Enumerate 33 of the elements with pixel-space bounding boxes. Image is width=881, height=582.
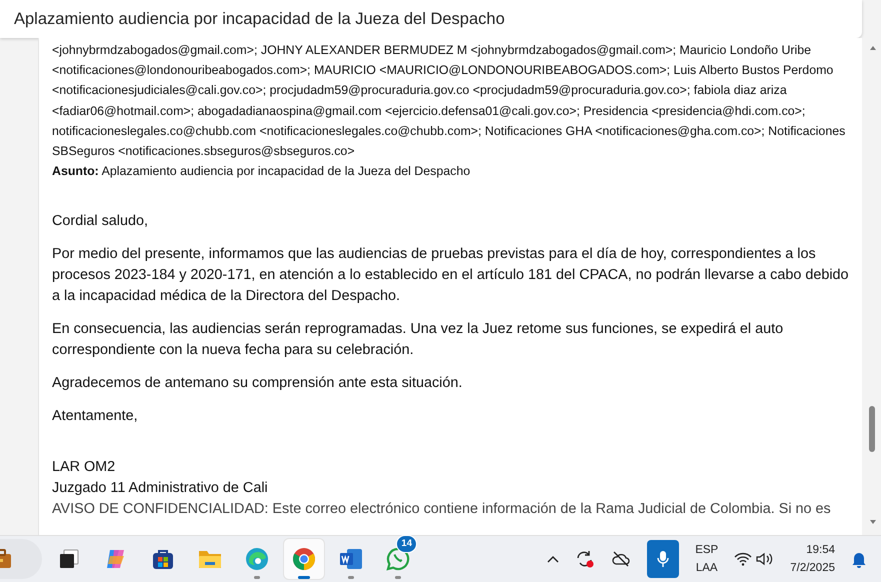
recipients-text: <johnybrmdzabogados@gmail.com>; JOHNY ALEXANDER BERMUDEZ M <johnybrmdzabogados@gmail.com>; Mauricio Londoño Uribe <notificaciones@londonouribeabogados.com>; MAURICIO <MAURICIO@LONDONOURIBEABOGADOS.com>; Luis Alberto Bustos Perdomo <notificacionesjudiciales@cali.gov.co>; procjudadm59@procuraduria.gov.co <procjudadm59@procuraduria.gov.co>; fabiola diaz ariza <fadiar06@hotmail.com>; abogadadianaospina@gmail.com <ejercicio.defensa01@cali.gov.co>; Presidencia <presidencia@hdi.com.co>; notificacioneslegales.co@chubb.com <notificacioneslegales.co@chubb.com>; Notificaciones GHA <notificaciones@gha.com.co>; Notificaciones SBSeguros <notificaciones.sbseguros@sbseguros.co> — [52, 42, 846, 160]
word-icon — [339, 548, 363, 570]
clock-time: 19:54 — [806, 543, 835, 558]
task-view-icon — [58, 548, 80, 570]
cloud-off-icon[interactable] — [611, 551, 632, 567]
closing-text: Atentamente, — [52, 407, 139, 426]
signature-line: LAR OM2 — [52, 458, 116, 478]
chat-icon — [386, 547, 410, 571]
bell-icon[interactable] — [851, 550, 867, 568]
disclaimer-text: AVISO DE CONFIDENCIALIDAD: Este correo electrónico contiene información de la Rama Judicial de Colombia. Si no es — [52, 500, 832, 520]
language-code: LAA — [696, 561, 718, 576]
sync-icon[interactable] — [575, 549, 596, 569]
subject-line: Asunto: Aplazamiento audiencia por incapacidad de la Jueza del Despacho — [52, 163, 472, 180]
volume-icon[interactable] — [756, 552, 774, 566]
microphone-icon — [657, 550, 670, 568]
body-paragraph: Agradecemos de antemano su comprensión ante esta situación. — [52, 374, 464, 394]
store-icon — [152, 548, 174, 570]
window-title: Aplazamiento audiencia por incapacidad de la Jueza del Despacho — [14, 8, 505, 30]
chevron-up-icon[interactable] — [547, 555, 560, 563]
notification-badge: 14 — [396, 535, 417, 554]
folder-icon — [198, 549, 222, 569]
browser-icon — [245, 547, 269, 571]
wifi-icon[interactable] — [734, 552, 752, 566]
microphone-button[interactable] — [647, 540, 680, 578]
signature-line: Juzgado 11 Administrativo de Cali — [52, 479, 269, 498]
browser-icon — [292, 547, 316, 571]
body-paragraph: En consecuencia, las audiencias serán reprogramadas. Una vez la Juez retome sus funciones, se expedirá el auto correspondiente con la nueva fecha para su celebración. — [52, 320, 784, 360]
greeting-text: Cordial saludo, — [52, 212, 149, 232]
clock[interactable]: 19:54 7/2/2025 — [790, 541, 835, 577]
language-code: ESP — [695, 543, 718, 558]
clock-date: 7/2/2025 — [790, 561, 835, 576]
body-paragraph: Por medio del presente, informamos que las audiencias de pruebas previstas para el día de hoy, correspondientes a los procesos 2023-184 y 2020-171, en atención a lo establecido en el artículo 181 del CPACA, no podrán llevarse a cabo debido a la incapacidad médica de la Directora del Despacho. — [52, 245, 850, 306]
language-indicator[interactable]: ESP LAA — [695, 541, 718, 577]
